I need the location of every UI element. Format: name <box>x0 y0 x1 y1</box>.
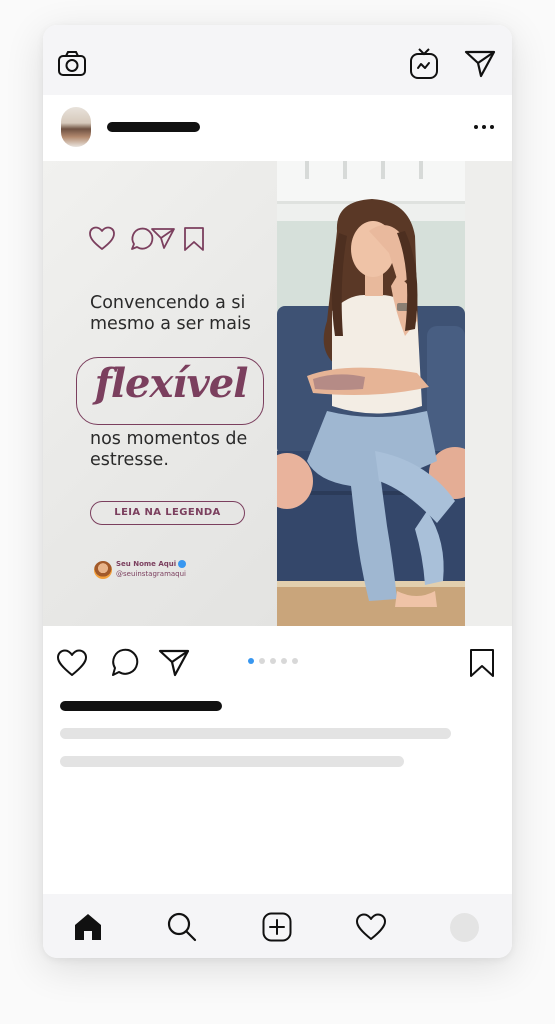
share-icon[interactable] <box>157 646 191 680</box>
activity-heart-icon[interactable] <box>354 910 388 944</box>
post-subheadline: nos momentos de estresse. <box>90 429 248 470</box>
verified-badge-icon <box>178 560 186 568</box>
like-heart-icon[interactable] <box>55 646 89 680</box>
post-actions <box>43 626 512 696</box>
carousel-dot[interactable] <box>281 658 287 664</box>
carousel-dot[interactable] <box>292 658 298 664</box>
profile-avatar[interactable] <box>447 910 481 944</box>
camera-icon[interactable] <box>55 47 89 81</box>
likes-placeholder <box>60 701 222 711</box>
more-horizontal-icon[interactable] <box>472 117 496 137</box>
bottom-nav <box>43 894 512 958</box>
post-image[interactable]: Convencendo a si mesmo a ser mais flexív… <box>43 161 512 626</box>
new-post-icon[interactable] <box>260 910 294 944</box>
bookmark-icon <box>184 227 204 251</box>
author-avatar[interactable] <box>61 107 91 147</box>
photo-woman-on-sofa <box>277 161 465 626</box>
share-icon <box>151 228 175 249</box>
username-placeholder[interactable] <box>107 122 200 132</box>
credit-name: Seu Nome Aqui <box>116 560 177 568</box>
phone-frame: Convencendo a si mesmo a ser mais flexív… <box>43 25 512 958</box>
cta-pill: LEIA NA LEGENDA <box>90 501 245 525</box>
carousel-dot[interactable] <box>259 658 265 664</box>
bookmark-icon[interactable] <box>465 646 499 680</box>
credit-avatar <box>94 561 112 579</box>
highlight-word: flexível <box>94 360 249 407</box>
direct-message-icon[interactable] <box>463 47 497 81</box>
comment-icon <box>131 227 154 250</box>
author-credit: Seu Nome Aqui @seuinstagramaqui <box>94 559 244 581</box>
post-header <box>43 95 512 161</box>
comment-icon[interactable] <box>107 646 141 680</box>
search-icon[interactable] <box>165 910 199 944</box>
igtv-icon[interactable] <box>407 47 441 81</box>
carousel-dot[interactable] <box>248 658 254 664</box>
mini-action-icons <box>89 225 219 253</box>
home-icon[interactable] <box>71 910 105 944</box>
carousel-dot[interactable] <box>270 658 276 664</box>
background-edge <box>464 161 512 626</box>
heart-icon <box>89 226 115 250</box>
credit-handle: @seuinstagramaqui <box>116 570 186 578</box>
caption-placeholder <box>60 728 451 739</box>
caption-placeholder <box>60 756 404 767</box>
highlight-box: flexível <box>76 357 264 425</box>
post-headline: Convencendo a si mesmo a ser mais <box>90 293 251 334</box>
carousel-indicator <box>248 658 308 666</box>
top-bar <box>43 25 512 95</box>
